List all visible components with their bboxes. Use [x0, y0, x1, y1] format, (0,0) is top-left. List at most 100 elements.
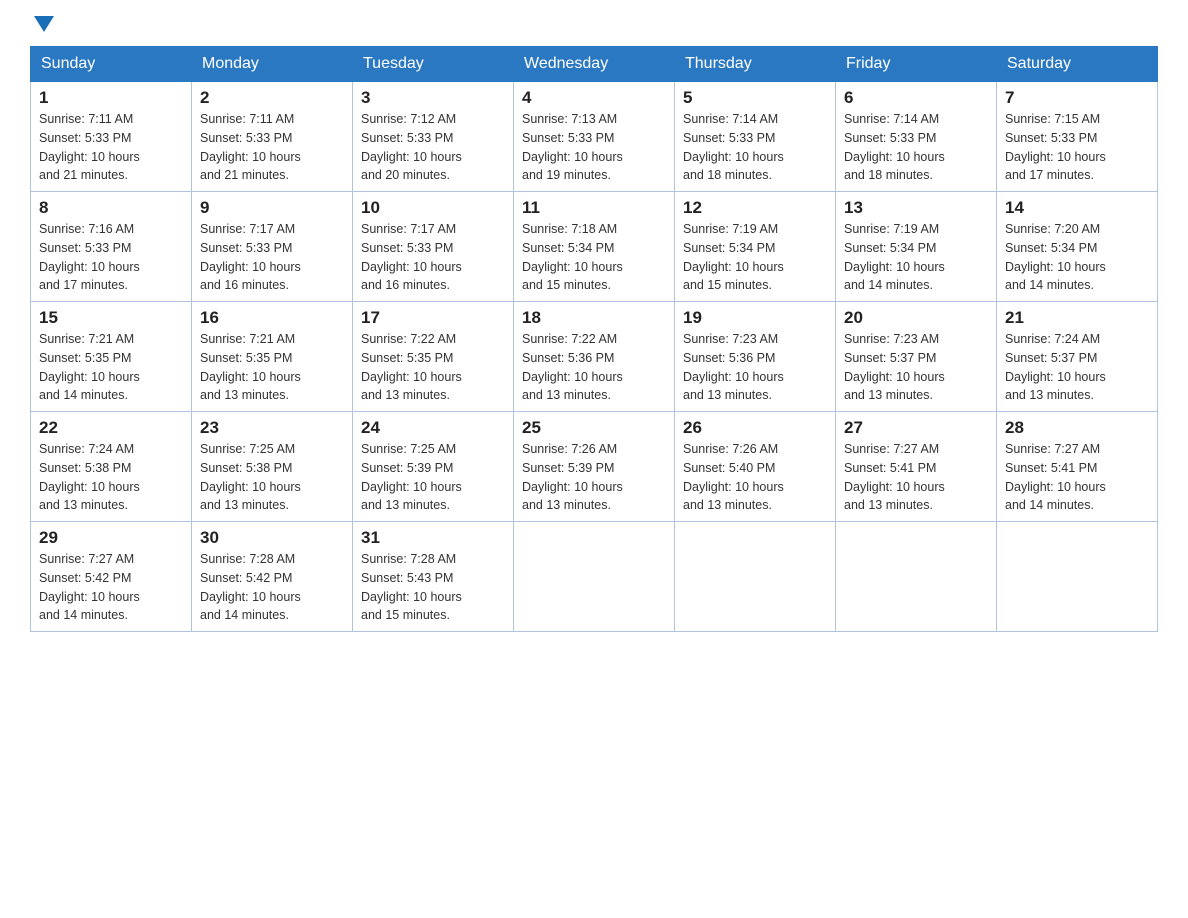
day-info: Sunrise: 7:25 AMSunset: 5:38 PMDaylight:…: [200, 440, 344, 515]
calendar-table: SundayMondayTuesdayWednesdayThursdayFrid…: [30, 46, 1158, 632]
day-info: Sunrise: 7:13 AMSunset: 5:33 PMDaylight:…: [522, 110, 666, 185]
calendar-cell: 4Sunrise: 7:13 AMSunset: 5:33 PMDaylight…: [514, 82, 675, 192]
day-number: 9: [200, 198, 344, 218]
calendar-cell: 24Sunrise: 7:25 AMSunset: 5:39 PMDayligh…: [353, 412, 514, 522]
day-info: Sunrise: 7:21 AMSunset: 5:35 PMDaylight:…: [200, 330, 344, 405]
calendar-cell: [836, 522, 997, 632]
day-info: Sunrise: 7:17 AMSunset: 5:33 PMDaylight:…: [200, 220, 344, 295]
calendar-cell: 8Sunrise: 7:16 AMSunset: 5:33 PMDaylight…: [31, 192, 192, 302]
calendar-cell: 26Sunrise: 7:26 AMSunset: 5:40 PMDayligh…: [675, 412, 836, 522]
day-number: 26: [683, 418, 827, 438]
day-number: 24: [361, 418, 505, 438]
calendar-cell: 17Sunrise: 7:22 AMSunset: 5:35 PMDayligh…: [353, 302, 514, 412]
day-info: Sunrise: 7:26 AMSunset: 5:39 PMDaylight:…: [522, 440, 666, 515]
calendar-cell: [997, 522, 1158, 632]
calendar-cell: 21Sunrise: 7:24 AMSunset: 5:37 PMDayligh…: [997, 302, 1158, 412]
day-number: 29: [39, 528, 183, 548]
calendar-body: 1Sunrise: 7:11 AMSunset: 5:33 PMDaylight…: [31, 82, 1158, 632]
day-number: 17: [361, 308, 505, 328]
calendar-cell: 31Sunrise: 7:28 AMSunset: 5:43 PMDayligh…: [353, 522, 514, 632]
calendar-cell: 6Sunrise: 7:14 AMSunset: 5:33 PMDaylight…: [836, 82, 997, 192]
calendar-cell: 20Sunrise: 7:23 AMSunset: 5:37 PMDayligh…: [836, 302, 997, 412]
calendar-cell: 14Sunrise: 7:20 AMSunset: 5:34 PMDayligh…: [997, 192, 1158, 302]
calendar-cell: 11Sunrise: 7:18 AMSunset: 5:34 PMDayligh…: [514, 192, 675, 302]
header: [30, 20, 1158, 36]
day-info: Sunrise: 7:14 AMSunset: 5:33 PMDaylight:…: [683, 110, 827, 185]
weekday-row: SundayMondayTuesdayWednesdayThursdayFrid…: [31, 47, 1158, 82]
day-info: Sunrise: 7:19 AMSunset: 5:34 PMDaylight:…: [844, 220, 988, 295]
day-info: Sunrise: 7:16 AMSunset: 5:33 PMDaylight:…: [39, 220, 183, 295]
calendar-cell: 19Sunrise: 7:23 AMSunset: 5:36 PMDayligh…: [675, 302, 836, 412]
page: SundayMondayTuesdayWednesdayThursdayFrid…: [0, 0, 1188, 662]
day-number: 18: [522, 308, 666, 328]
calendar-week-row: 22Sunrise: 7:24 AMSunset: 5:38 PMDayligh…: [31, 412, 1158, 522]
weekday-header-wednesday: Wednesday: [514, 47, 675, 82]
calendar-cell: 10Sunrise: 7:17 AMSunset: 5:33 PMDayligh…: [353, 192, 514, 302]
day-info: Sunrise: 7:24 AMSunset: 5:38 PMDaylight:…: [39, 440, 183, 515]
day-number: 4: [522, 88, 666, 108]
day-info: Sunrise: 7:28 AMSunset: 5:42 PMDaylight:…: [200, 550, 344, 625]
calendar-week-row: 29Sunrise: 7:27 AMSunset: 5:42 PMDayligh…: [31, 522, 1158, 632]
day-info: Sunrise: 7:20 AMSunset: 5:34 PMDaylight:…: [1005, 220, 1149, 295]
calendar-cell: 30Sunrise: 7:28 AMSunset: 5:42 PMDayligh…: [192, 522, 353, 632]
weekday-header-friday: Friday: [836, 47, 997, 82]
day-number: 23: [200, 418, 344, 438]
day-info: Sunrise: 7:19 AMSunset: 5:34 PMDaylight:…: [683, 220, 827, 295]
day-info: Sunrise: 7:18 AMSunset: 5:34 PMDaylight:…: [522, 220, 666, 295]
day-number: 1: [39, 88, 183, 108]
calendar-cell: 27Sunrise: 7:27 AMSunset: 5:41 PMDayligh…: [836, 412, 997, 522]
day-info: Sunrise: 7:22 AMSunset: 5:36 PMDaylight:…: [522, 330, 666, 405]
day-number: 11: [522, 198, 666, 218]
weekday-header-thursday: Thursday: [675, 47, 836, 82]
day-info: Sunrise: 7:14 AMSunset: 5:33 PMDaylight:…: [844, 110, 988, 185]
calendar-cell: 16Sunrise: 7:21 AMSunset: 5:35 PMDayligh…: [192, 302, 353, 412]
day-number: 13: [844, 198, 988, 218]
day-number: 14: [1005, 198, 1149, 218]
day-number: 22: [39, 418, 183, 438]
calendar-cell: 1Sunrise: 7:11 AMSunset: 5:33 PMDaylight…: [31, 82, 192, 192]
day-number: 19: [683, 308, 827, 328]
logo: [30, 20, 54, 36]
calendar-cell: 5Sunrise: 7:14 AMSunset: 5:33 PMDaylight…: [675, 82, 836, 192]
day-info: Sunrise: 7:23 AMSunset: 5:37 PMDaylight:…: [844, 330, 988, 405]
day-info: Sunrise: 7:15 AMSunset: 5:33 PMDaylight:…: [1005, 110, 1149, 185]
day-info: Sunrise: 7:12 AMSunset: 5:33 PMDaylight:…: [361, 110, 505, 185]
day-info: Sunrise: 7:17 AMSunset: 5:33 PMDaylight:…: [361, 220, 505, 295]
day-number: 31: [361, 528, 505, 548]
calendar-cell: 12Sunrise: 7:19 AMSunset: 5:34 PMDayligh…: [675, 192, 836, 302]
calendar-cell: 29Sunrise: 7:27 AMSunset: 5:42 PMDayligh…: [31, 522, 192, 632]
day-info: Sunrise: 7:22 AMSunset: 5:35 PMDaylight:…: [361, 330, 505, 405]
day-info: Sunrise: 7:26 AMSunset: 5:40 PMDaylight:…: [683, 440, 827, 515]
day-number: 2: [200, 88, 344, 108]
weekday-header-sunday: Sunday: [31, 47, 192, 82]
weekday-header-monday: Monday: [192, 47, 353, 82]
day-info: Sunrise: 7:27 AMSunset: 5:41 PMDaylight:…: [1005, 440, 1149, 515]
day-info: Sunrise: 7:24 AMSunset: 5:37 PMDaylight:…: [1005, 330, 1149, 405]
calendar-cell: 18Sunrise: 7:22 AMSunset: 5:36 PMDayligh…: [514, 302, 675, 412]
day-number: 27: [844, 418, 988, 438]
day-number: 20: [844, 308, 988, 328]
day-number: 12: [683, 198, 827, 218]
calendar-cell: 28Sunrise: 7:27 AMSunset: 5:41 PMDayligh…: [997, 412, 1158, 522]
calendar-cell: 3Sunrise: 7:12 AMSunset: 5:33 PMDaylight…: [353, 82, 514, 192]
calendar-cell: 22Sunrise: 7:24 AMSunset: 5:38 PMDayligh…: [31, 412, 192, 522]
day-info: Sunrise: 7:11 AMSunset: 5:33 PMDaylight:…: [200, 110, 344, 185]
day-info: Sunrise: 7:27 AMSunset: 5:42 PMDaylight:…: [39, 550, 183, 625]
day-info: Sunrise: 7:11 AMSunset: 5:33 PMDaylight:…: [39, 110, 183, 185]
day-number: 8: [39, 198, 183, 218]
day-number: 15: [39, 308, 183, 328]
calendar-cell: 23Sunrise: 7:25 AMSunset: 5:38 PMDayligh…: [192, 412, 353, 522]
day-number: 6: [844, 88, 988, 108]
day-info: Sunrise: 7:21 AMSunset: 5:35 PMDaylight:…: [39, 330, 183, 405]
calendar-cell: [675, 522, 836, 632]
day-info: Sunrise: 7:23 AMSunset: 5:36 PMDaylight:…: [683, 330, 827, 405]
day-number: 16: [200, 308, 344, 328]
calendar-cell: [514, 522, 675, 632]
calendar-cell: 2Sunrise: 7:11 AMSunset: 5:33 PMDaylight…: [192, 82, 353, 192]
calendar-week-row: 8Sunrise: 7:16 AMSunset: 5:33 PMDaylight…: [31, 192, 1158, 302]
day-number: 21: [1005, 308, 1149, 328]
weekday-header-tuesday: Tuesday: [353, 47, 514, 82]
day-number: 28: [1005, 418, 1149, 438]
day-number: 30: [200, 528, 344, 548]
calendar-header: SundayMondayTuesdayWednesdayThursdayFrid…: [31, 47, 1158, 82]
